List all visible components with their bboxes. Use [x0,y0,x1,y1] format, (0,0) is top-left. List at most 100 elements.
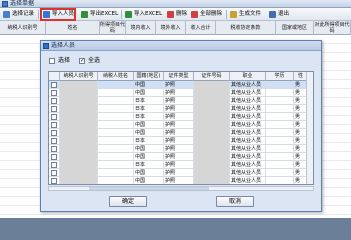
row-checkbox[interactable] [51,162,57,168]
column-header[interactable]: 所得项目代码 [100,21,126,35]
table-row[interactable]: 中国 护照 其他从业人员男 [49,81,313,89]
table-cell: 中国 [134,145,164,153]
vertical-scrollbar[interactable] [306,72,313,184]
row-select-cell[interactable] [49,161,60,169]
confirm-button[interactable]: 确定 [109,196,147,207]
table-row[interactable]: 日本 护照 其他从业人员男 [49,137,313,145]
row-checkbox[interactable] [51,146,57,152]
grid-header[interactable]: 纳税人姓名 [98,72,134,81]
row-checkbox[interactable] [51,106,57,112]
row-checkbox[interactable] [51,82,57,88]
delete-button[interactable]: 删除 [166,9,187,20]
row-select-cell[interactable] [49,97,60,105]
table-cell [98,169,134,177]
cancel-button[interactable]: 取消 [216,196,254,207]
select-all-option[interactable]: 全选 [79,57,100,65]
table-cell [98,89,134,97]
column-header[interactable]: 税收协定条款 [216,21,276,35]
generate-file-label: 生成文件 [239,11,262,17]
table-cell [266,153,294,161]
table-row[interactable]: 中国 护照 其他从业人员男 [49,121,313,129]
table-row[interactable]: 中国 护照 其他从业人员男 [49,145,313,153]
row-select-cell[interactable] [49,129,60,137]
import-icon [43,11,50,18]
table-row[interactable]: 日本 护照 其他从业人员男 [49,161,313,169]
table-cell [266,113,294,121]
export-excel-button[interactable]: 导出EXCEL [80,9,118,20]
select-option[interactable]: 选择 [49,57,70,65]
row-select-cell[interactable] [49,81,60,89]
grid-header[interactable]: 纳税人识别号 [60,72,98,81]
grid-header[interactable]: 学历 [266,72,294,81]
row-select-cell[interactable] [49,89,60,97]
table-cell [266,177,294,184]
table-cell [194,113,230,121]
select-checkbox[interactable] [49,58,55,64]
table-cell [194,169,230,177]
table-row[interactable]: 中国 护照 其他从业人员男 [49,169,313,177]
import-person-button[interactable]: 导入人员 [40,8,77,21]
table-row[interactable]: 日本 护照 其他从业人员男 [49,113,313,121]
table-cell [98,161,134,169]
row-checkbox[interactable] [51,98,57,104]
scrollbar-thumb[interactable] [89,187,209,190]
column-header[interactable]: 境内收入 [126,21,156,35]
row-checkbox[interactable] [51,130,57,136]
row-checkbox[interactable] [51,114,57,120]
column-header[interactable]: 纳税人识别号 [0,21,46,35]
title-bar: 选择单据 [0,0,351,8]
delete-all-icon [191,11,198,18]
row-select-cell[interactable] [49,169,60,177]
table-row[interactable]: 中国 护照 其他从业人员男 [49,129,313,137]
row-select-cell[interactable] [49,105,60,113]
row-checkbox[interactable] [51,138,57,144]
select-record-button[interactable]: 选择记录 [2,9,34,20]
delete-all-button[interactable]: 全部删除 [190,9,222,20]
grid-header[interactable]: 职业 [230,72,266,81]
column-header[interactable]: 对此所得项目代码 [314,21,351,35]
column-header[interactable]: 姓名 [46,21,100,35]
table-cell: 其他从业人员 [230,129,266,137]
row-select-cell[interactable] [49,113,60,121]
table-row[interactable]: 中国 护照 其他从业人员男 [49,153,313,161]
row-checkbox[interactable] [51,170,57,176]
table-cell [60,113,98,121]
table-cell: 护照 [164,105,194,113]
table-row[interactable]: 日本 护照 其他从业人员男 [49,105,313,113]
main-grid-header: 纳税人识别号 姓名 所得项目代码 境内收入 境外收入 收入合计 税收协定条款 国… [0,21,351,35]
table-cell [98,145,134,153]
horizontal-scrollbar[interactable] [48,186,314,191]
row-select-cell[interactable] [49,153,60,161]
app-icon [2,1,8,7]
column-header[interactable]: 收入合计 [186,21,216,35]
table-row[interactable]: 中国 护照 其他从业人员男 [49,89,313,97]
table-cell: 日本 [134,161,164,169]
table-row[interactable]: 中国 护照 其他从业人员男 [49,177,313,184]
generate-file-button[interactable]: 生成文件 [229,9,261,20]
row-select-cell[interactable] [49,177,60,184]
column-header[interactable]: 国家或地区 [276,21,314,35]
table-row[interactable]: 日本 护照 其他从业人员男 [49,97,313,105]
grid-header[interactable]: 证件类型 [164,72,194,81]
table-cell [194,89,230,97]
exit-button[interactable]: 退出 [268,9,289,20]
row-checkbox[interactable] [51,178,57,184]
selection-options: 选择 全选 [47,55,315,67]
row-checkbox[interactable] [51,154,57,160]
table-cell: 其他从业人员 [230,153,266,161]
table-cell: 护照 [164,97,194,105]
select-icon [3,11,10,18]
import-excel-button[interactable]: 导入EXCEL [124,9,162,20]
row-checkbox[interactable] [51,122,57,128]
row-select-cell[interactable] [49,137,60,145]
column-header[interactable]: 境外收入 [156,21,186,35]
grid-header[interactable]: 国籍(地区) [134,72,164,81]
table-cell: 其他从业人员 [230,105,266,113]
select-all-checkbox[interactable] [79,57,85,64]
excel-import-icon [125,11,132,18]
row-select-cell[interactable] [49,121,60,129]
row-checkbox[interactable] [51,90,57,96]
grid-header[interactable]: 证件号码 [194,72,230,81]
row-select-cell[interactable] [49,145,60,153]
table-cell [194,97,230,105]
